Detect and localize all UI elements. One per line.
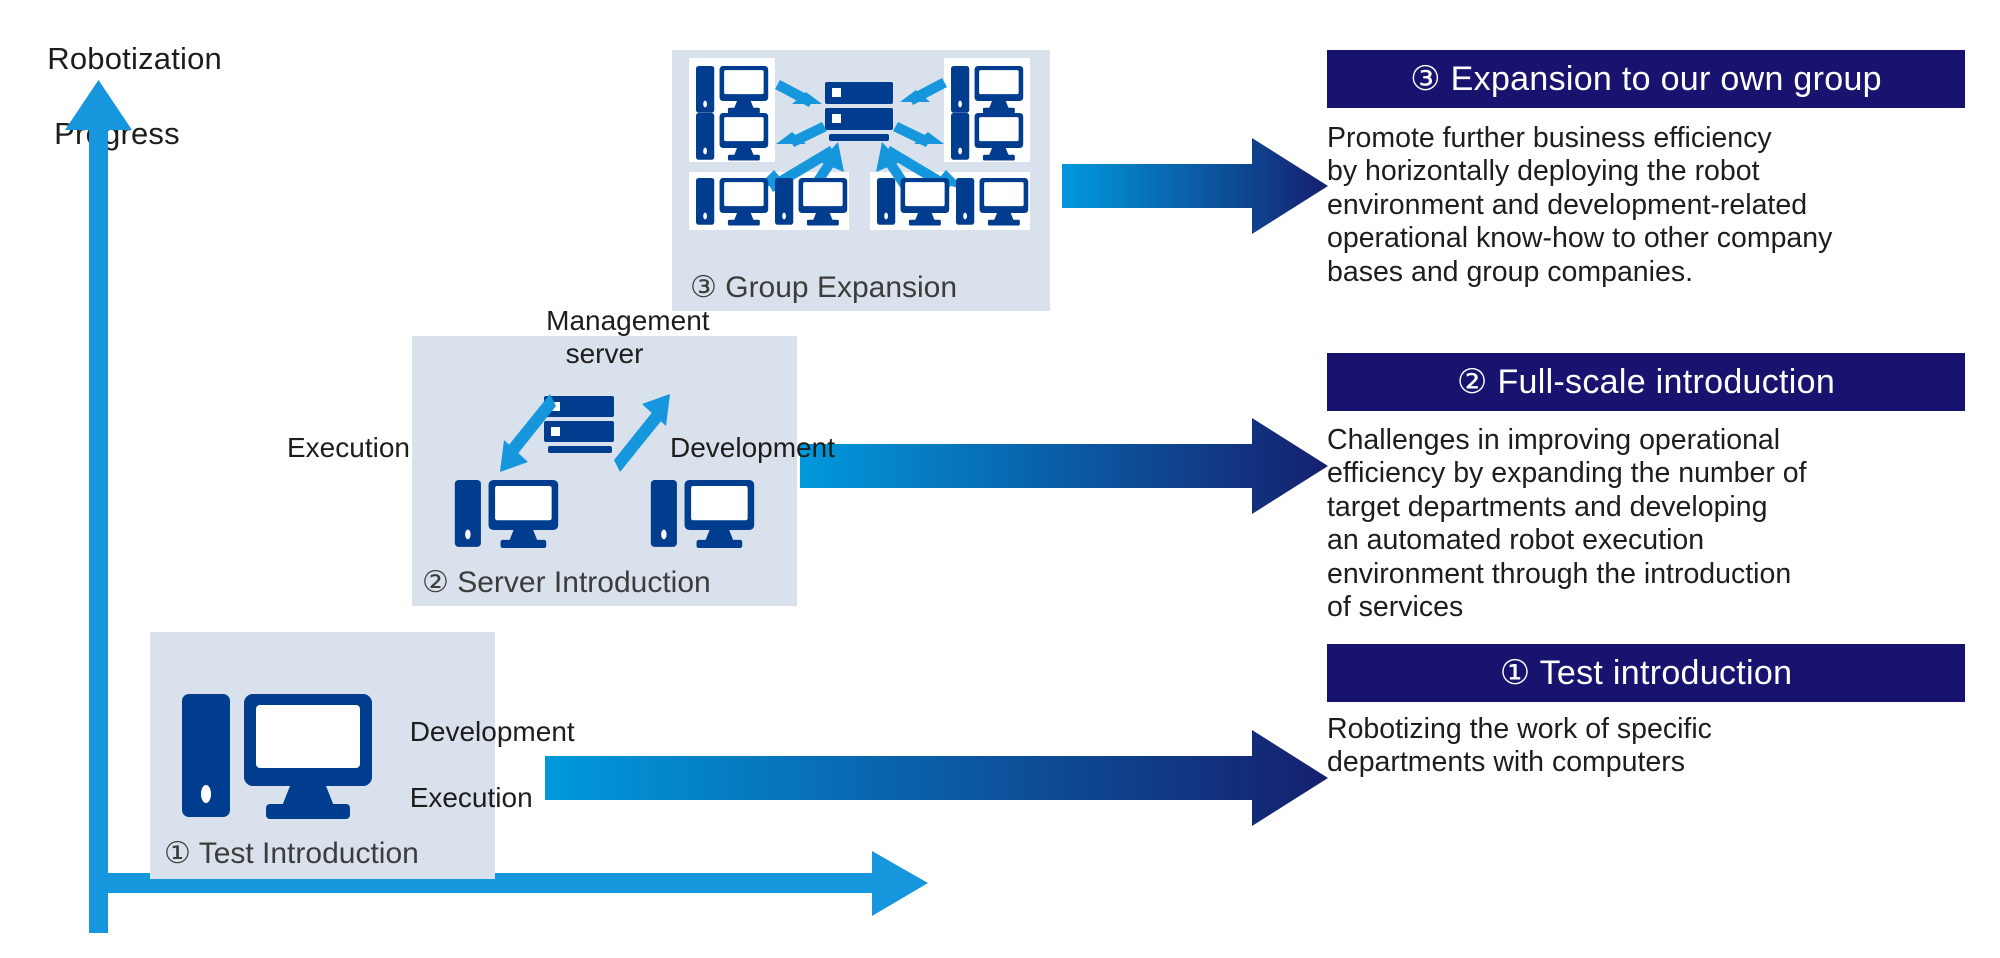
desktop-computer-icon — [454, 480, 559, 548]
panel-2-label-execution: Execution — [287, 432, 410, 463]
panel-2-caption: ② Server Introduction — [422, 566, 711, 599]
y-axis-arrow-icon — [65, 80, 132, 933]
stage-1-body: Robotizing the work of specific departme… — [1327, 713, 1712, 779]
desktop-computer-icon — [182, 694, 372, 819]
panel-2-title-line1: Management server — [546, 304, 710, 370]
y-axis-label-line1: Robotization — [47, 40, 222, 76]
panel-group-expansion: ③ Group Expansion — [672, 50, 1050, 311]
stage-2-header: ② Full-scale introduction — [1327, 353, 1965, 411]
stage-3-body: Promote further business efficiency by h… — [1327, 122, 1833, 288]
panel-1-label-development: Development — [409, 716, 575, 748]
stage-2-body: Challenges in improving operational effi… — [1327, 424, 1807, 624]
panel-test-introduction: Development Execution ① Test Introductio… — [150, 632, 575, 879]
stage-arrow-1 — [545, 730, 1328, 826]
panel-1-label-execution: Execution — [409, 782, 533, 814]
panel-server-introduction: Management server Execution Development … — [287, 305, 835, 606]
panel-3-caption: ③ Group Expansion — [690, 271, 958, 304]
stage-1-header: ① Test introduction — [1327, 644, 1965, 702]
panel-1-labels: Development Execution — [363, 682, 575, 847]
panel-1-caption: ① Test Introduction — [164, 837, 419, 870]
diagram-canvas: Robotization Progress Development Execut… — [0, 0, 2000, 958]
panel-2-label-development: Development — [670, 432, 835, 463]
stage-3-header: ③ Expansion to our own group — [1327, 50, 1965, 108]
arrow-down-left-icon — [500, 394, 556, 472]
server-rack-icon — [825, 82, 893, 141]
group-expansion-network — [689, 58, 1030, 230]
desktop-computer-icon — [650, 480, 755, 548]
stage-arrow-3 — [1062, 138, 1328, 234]
stage-arrow-2 — [800, 418, 1328, 514]
arrow-up-right-icon — [614, 394, 670, 472]
